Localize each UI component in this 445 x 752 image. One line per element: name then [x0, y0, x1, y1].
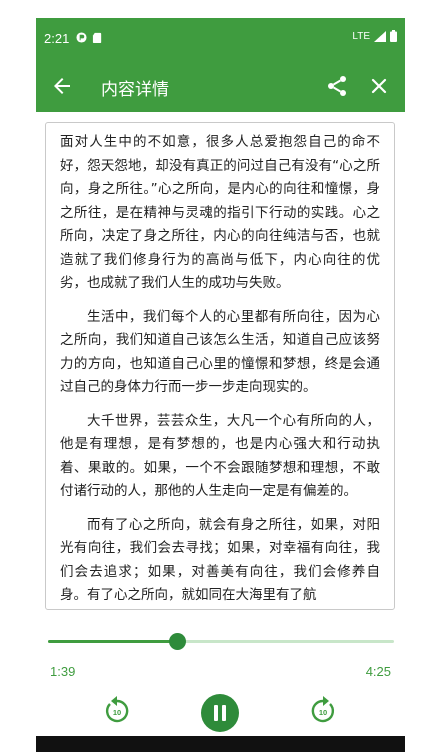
rewind-10-icon[interactable]: 10 [101, 694, 133, 726]
article-text: 面对人生中的不如意，很多人总爱抱怨自己的命不好，怨天怨地，却没有真正的问过自己有… [46, 123, 394, 608]
signal-icon [374, 30, 386, 42]
share-icon[interactable] [325, 74, 349, 98]
status-time: 2:21 [44, 31, 70, 46]
seek-thumb[interactable] [169, 633, 187, 650]
notification-icon [76, 32, 87, 43]
status-bar: 2:21 LTE [36, 18, 405, 60]
phone-screen: 2:21 LTE 内容详情 面对人生中的不如意，很多人总爱抱怨自己的命不好，怨天… [36, 18, 405, 752]
article-content[interactable]: 面对人生中的不如意，很多人总爱抱怨自己的命不好，怨天怨地，却没有真正的问过自己有… [45, 122, 395, 610]
app-bar: 内容详情 [36, 60, 405, 112]
article-paragraph: 面对人生中的不如意，很多人总爱抱怨自己的命不好，怨天怨地，却没有真正的问过自己有… [60, 134, 380, 291]
forward-seconds-label: 10 [319, 708, 327, 717]
pause-button[interactable] [201, 694, 239, 732]
page-title: 内容详情 [101, 80, 169, 100]
audio-seek-bar[interactable] [48, 632, 394, 652]
elapsed-time: 1:39 [50, 664, 76, 679]
sd-card-icon [92, 32, 102, 43]
article-paragraph: 而有了心之所向，就会有身之所往，如果，对阳光有向往，我们会去寻找；如果，对幸福有… [60, 516, 380, 604]
close-icon[interactable] [367, 74, 391, 98]
article-paragraph: 生活中，我们每个人的心里都有所向往，因为心之所向，我们知道自己该怎么生活，知道自… [60, 308, 380, 396]
system-nav-bar [36, 736, 405, 752]
forward-10-icon[interactable]: 10 [307, 694, 339, 726]
seek-progress [48, 640, 178, 643]
rewind-seconds-label: 10 [113, 708, 121, 717]
total-duration: 4:25 [365, 664, 391, 679]
network-type: LTE [352, 30, 370, 42]
status-right: LTE [352, 30, 397, 42]
battery-icon [390, 30, 397, 42]
article-paragraph: 大千世界，芸芸众生，大凡一个心有所向的人，他是有理想，是有梦想的，也是内心强大和… [60, 412, 380, 500]
back-arrow-icon[interactable] [50, 74, 74, 98]
